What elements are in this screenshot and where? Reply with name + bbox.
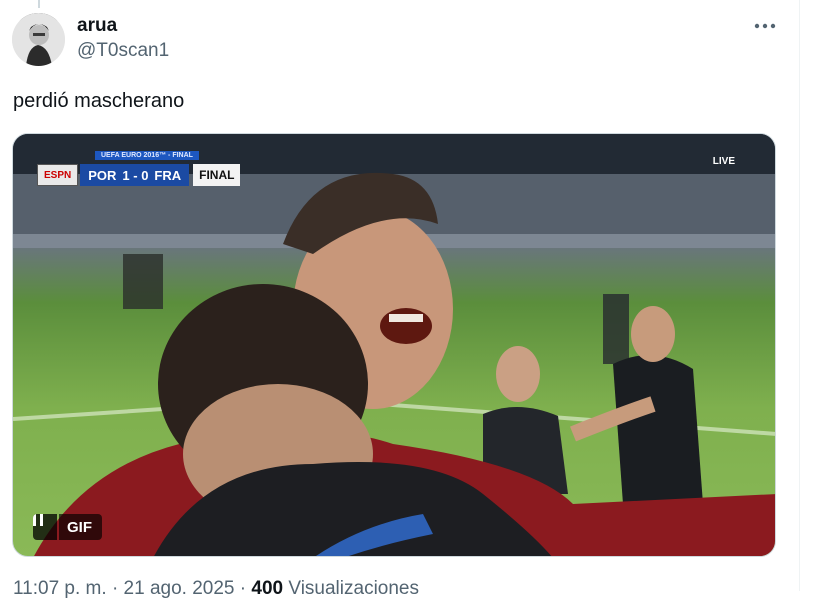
gif-frame-image xyxy=(13,134,775,556)
column-border xyxy=(799,0,800,591)
author-handle[interactable]: @T0scan1 xyxy=(77,40,169,62)
more-horizontal-icon xyxy=(754,23,776,29)
scorebug: ESPN POR 1 - 0 FRA FINAL xyxy=(37,164,241,186)
gif-label: GIF xyxy=(59,514,102,540)
tweet-media-gif[interactable]: UEFA EURO 2016™ - FINAL ESPN POR 1 - 0 F… xyxy=(12,133,776,557)
tweet-metadata: 11:07 p. m. · 21 ago. 2025 · 400 Visuali… xyxy=(13,578,419,600)
pause-icon xyxy=(33,514,43,526)
scorebug-title: UEFA EURO 2016™ - FINAL xyxy=(95,151,199,160)
gif-playback-badge[interactable]: GIF xyxy=(33,514,102,540)
scorebug-home-team: POR xyxy=(88,167,117,183)
avatar-image xyxy=(12,13,65,66)
views-label: Visualizaciones xyxy=(288,578,419,599)
scorebug-status: FINAL xyxy=(193,164,241,186)
thread-connector-line xyxy=(38,0,40,8)
meta-separator: · xyxy=(239,578,252,599)
meta-separator: · xyxy=(111,578,124,599)
scorebug-away-team: FRA xyxy=(154,167,182,183)
more-options-button[interactable] xyxy=(748,12,782,40)
tweet-text: perdió mascherano xyxy=(13,90,185,112)
avatar[interactable] xyxy=(12,13,65,66)
pause-button[interactable] xyxy=(33,514,57,540)
tweet-time[interactable]: 11:07 p. m. xyxy=(13,578,107,599)
views-count: 400 xyxy=(251,578,284,599)
live-watermark: LIVE xyxy=(712,156,735,167)
scorebug-score: 1 - 0 xyxy=(122,167,149,183)
scorebug-score-block: POR 1 - 0 FRA xyxy=(80,164,190,186)
scorebug-network: ESPN xyxy=(37,164,79,186)
tweet-date[interactable]: 21 ago. 2025 xyxy=(124,578,235,599)
author-display-name[interactable]: arua xyxy=(77,15,117,37)
